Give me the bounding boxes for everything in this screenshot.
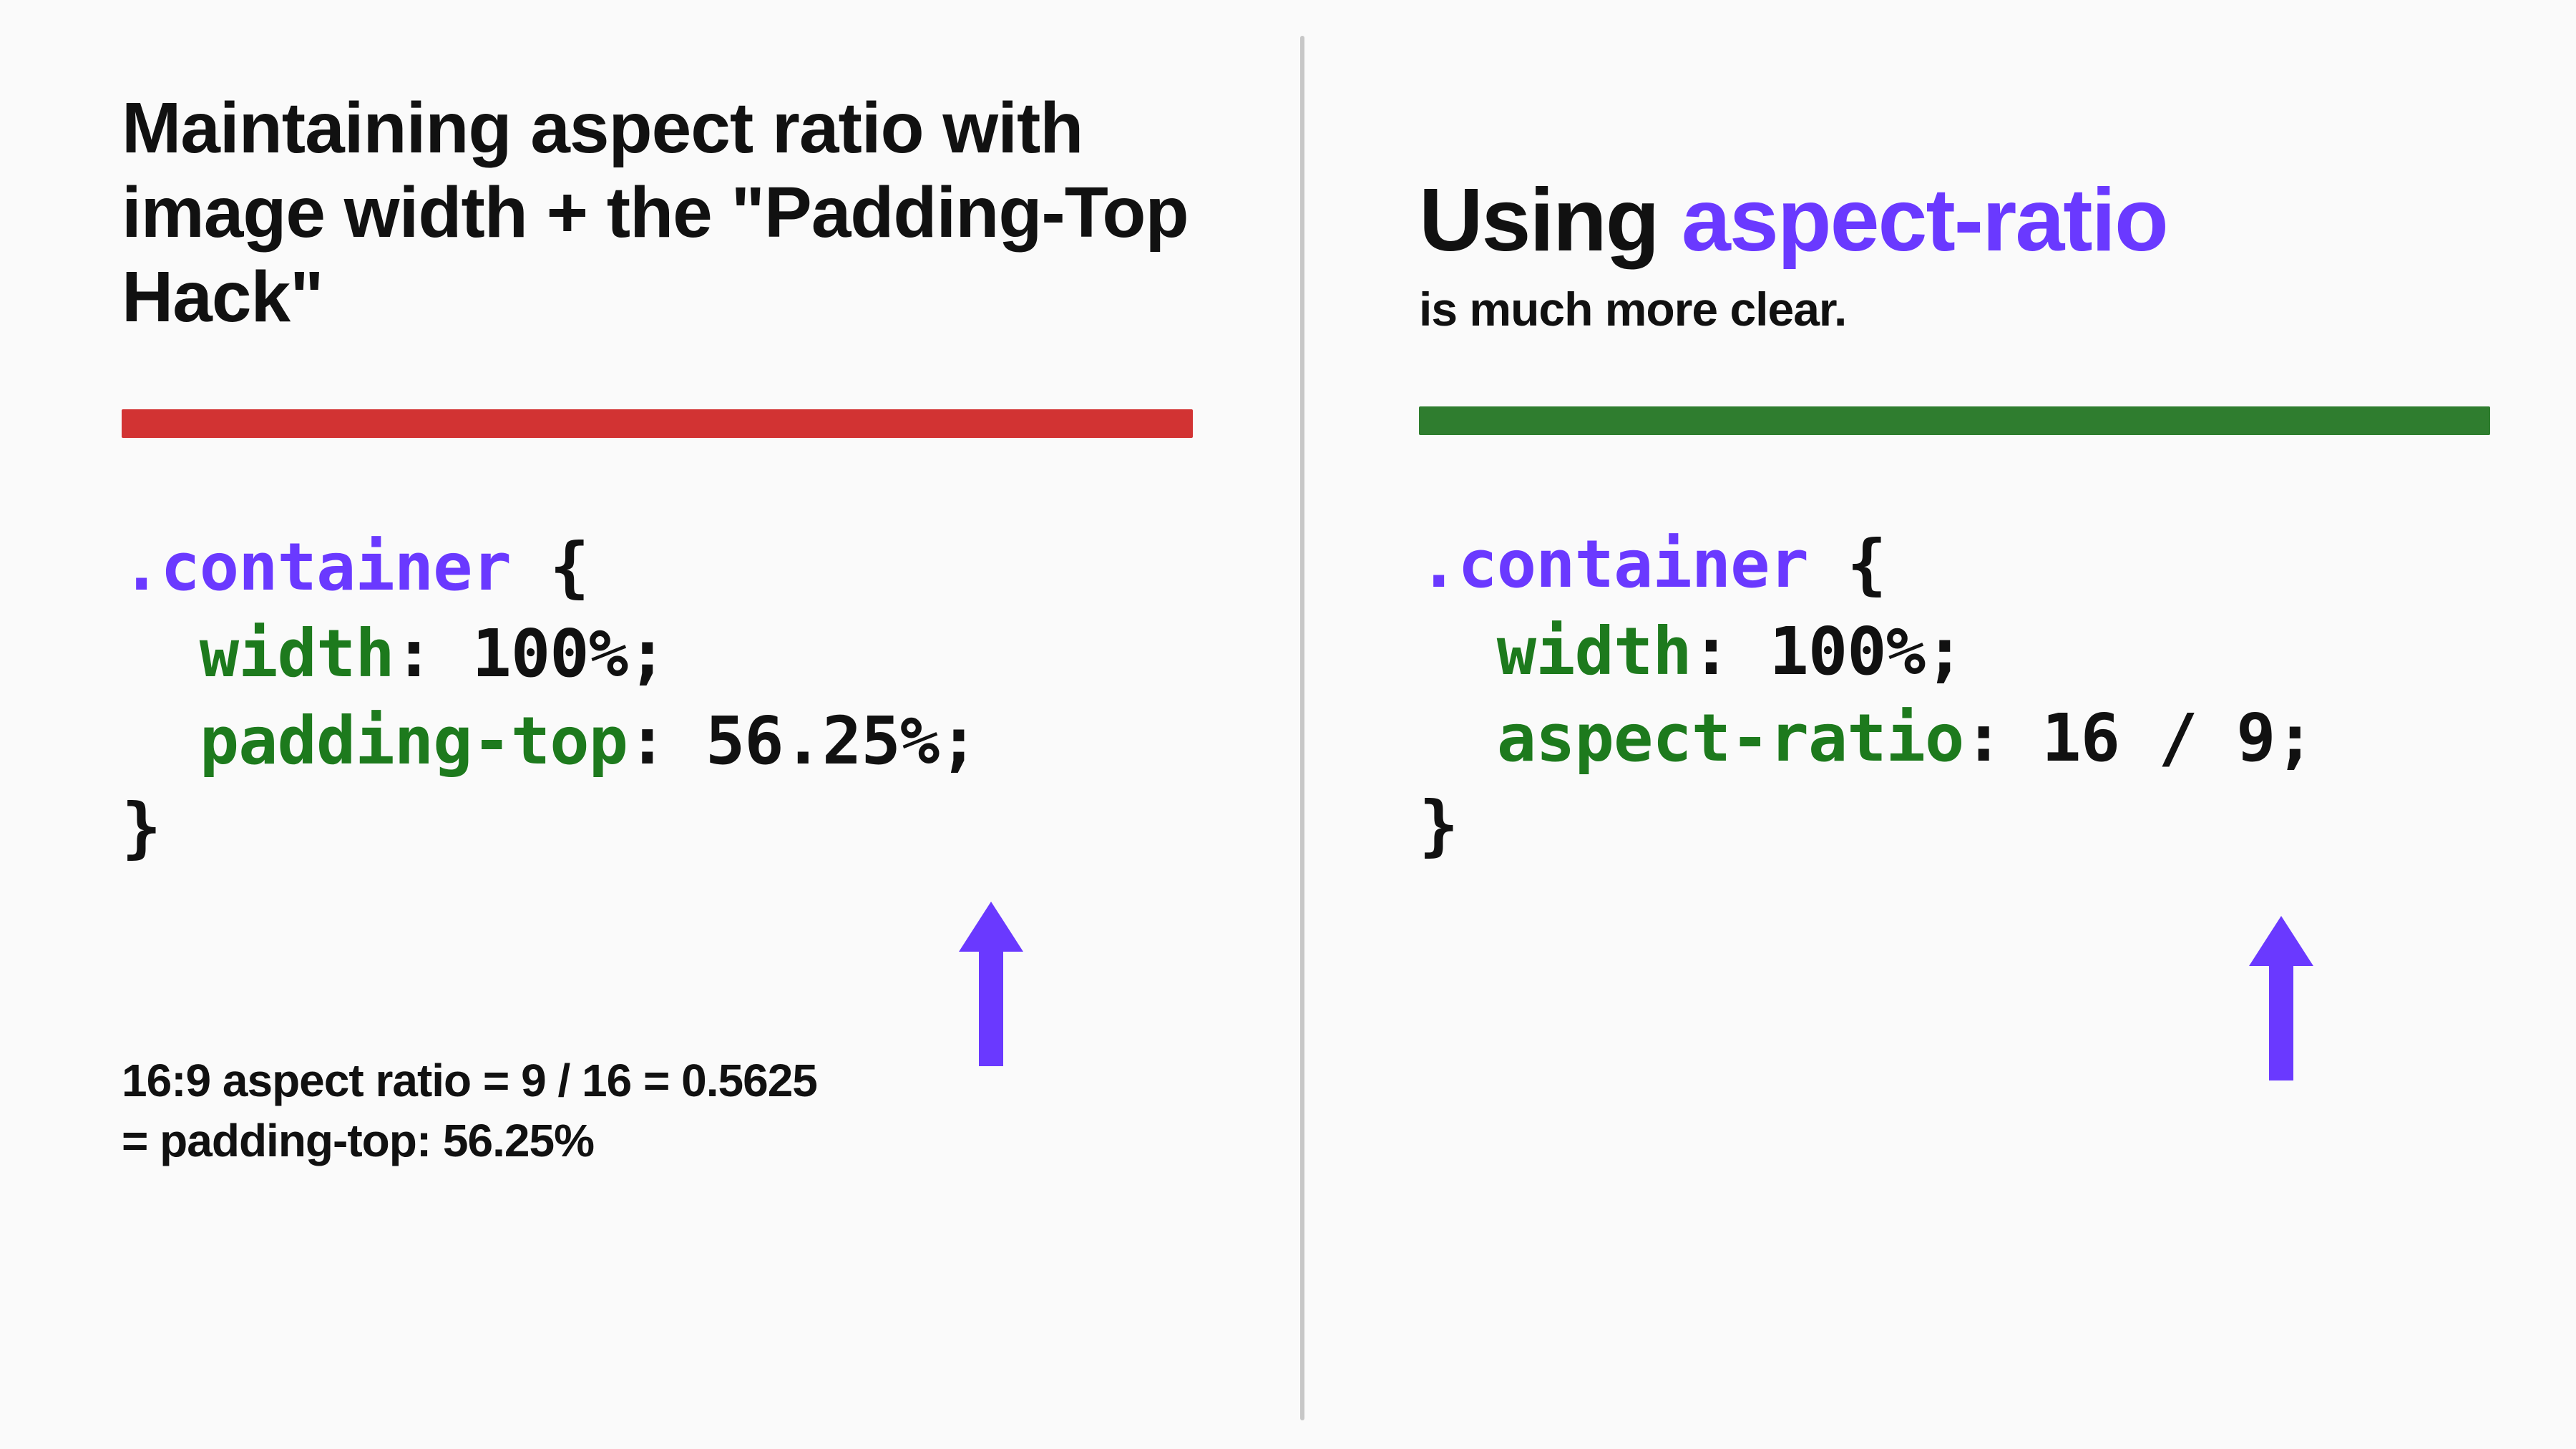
left-code-block: .container { width: 100%; padding-top: 5… — [122, 524, 1193, 872]
up-arrow-icon — [959, 902, 1023, 1066]
left-column: Maintaining aspect ratio with image widt… — [0, 0, 1300, 1171]
code-semicolon: ; — [1925, 613, 1963, 690]
right-code-block: .container { width: 100%; aspect-ratio: … — [1419, 521, 2490, 869]
code-colon: : — [394, 615, 472, 692]
code-brace-close: } — [122, 789, 160, 866]
code-selector: .container — [122, 529, 511, 605]
code-brace-open: { — [511, 529, 589, 605]
code-semicolon: ; — [2275, 700, 2314, 776]
code-indent — [122, 703, 200, 779]
code-colon: : — [1963, 700, 2041, 776]
code-selector: .container — [1419, 526, 1808, 602]
code-semicolon: ; — [628, 615, 666, 692]
right-column: Using aspect-ratio is much more clear. .… — [1304, 0, 2576, 869]
right-heading-prefix: Using — [1419, 171, 1682, 270]
right-subheading: is much more clear. — [1419, 282, 2490, 336]
left-rule — [122, 409, 1193, 438]
code-val-padding-top: 56.25% — [706, 703, 939, 779]
code-brace-close: } — [1419, 787, 1458, 864]
left-explanation: 16:9 aspect ratio = 9 / 16 = 0.5625 = pa… — [122, 1050, 1193, 1171]
left-heading: Maintaining aspect ratio with image widt… — [122, 86, 1193, 339]
code-val-width: 100% — [472, 615, 628, 692]
right-heading-accent: aspect-ratio — [1682, 171, 2167, 270]
code-val-width: 100% — [1770, 613, 1926, 690]
code-prop-width: width — [200, 615, 394, 692]
code-indent — [1419, 613, 1497, 690]
code-brace-open: { — [1808, 526, 1886, 602]
code-prop-width: width — [1497, 613, 1692, 690]
code-prop-padding-top: padding-top — [200, 703, 628, 779]
code-colon: : — [1692, 613, 1770, 690]
code-colon: : — [628, 703, 706, 779]
right-heading: Using aspect-ratio — [1419, 172, 2490, 269]
code-prop-aspect-ratio: aspect-ratio — [1497, 700, 1964, 776]
up-arrow-icon — [2249, 916, 2313, 1080]
explain-line-1: 16:9 aspect ratio = 9 / 16 = 0.5625 — [122, 1050, 1193, 1111]
code-semicolon: ; — [939, 703, 977, 779]
code-indent — [122, 615, 200, 692]
code-indent — [1419, 700, 1497, 776]
code-val-aspect-ratio: 16 / 9 — [2041, 700, 2275, 776]
explain-line-2: = padding-top: 56.25% — [122, 1111, 1193, 1171]
right-rule — [1419, 406, 2490, 435]
